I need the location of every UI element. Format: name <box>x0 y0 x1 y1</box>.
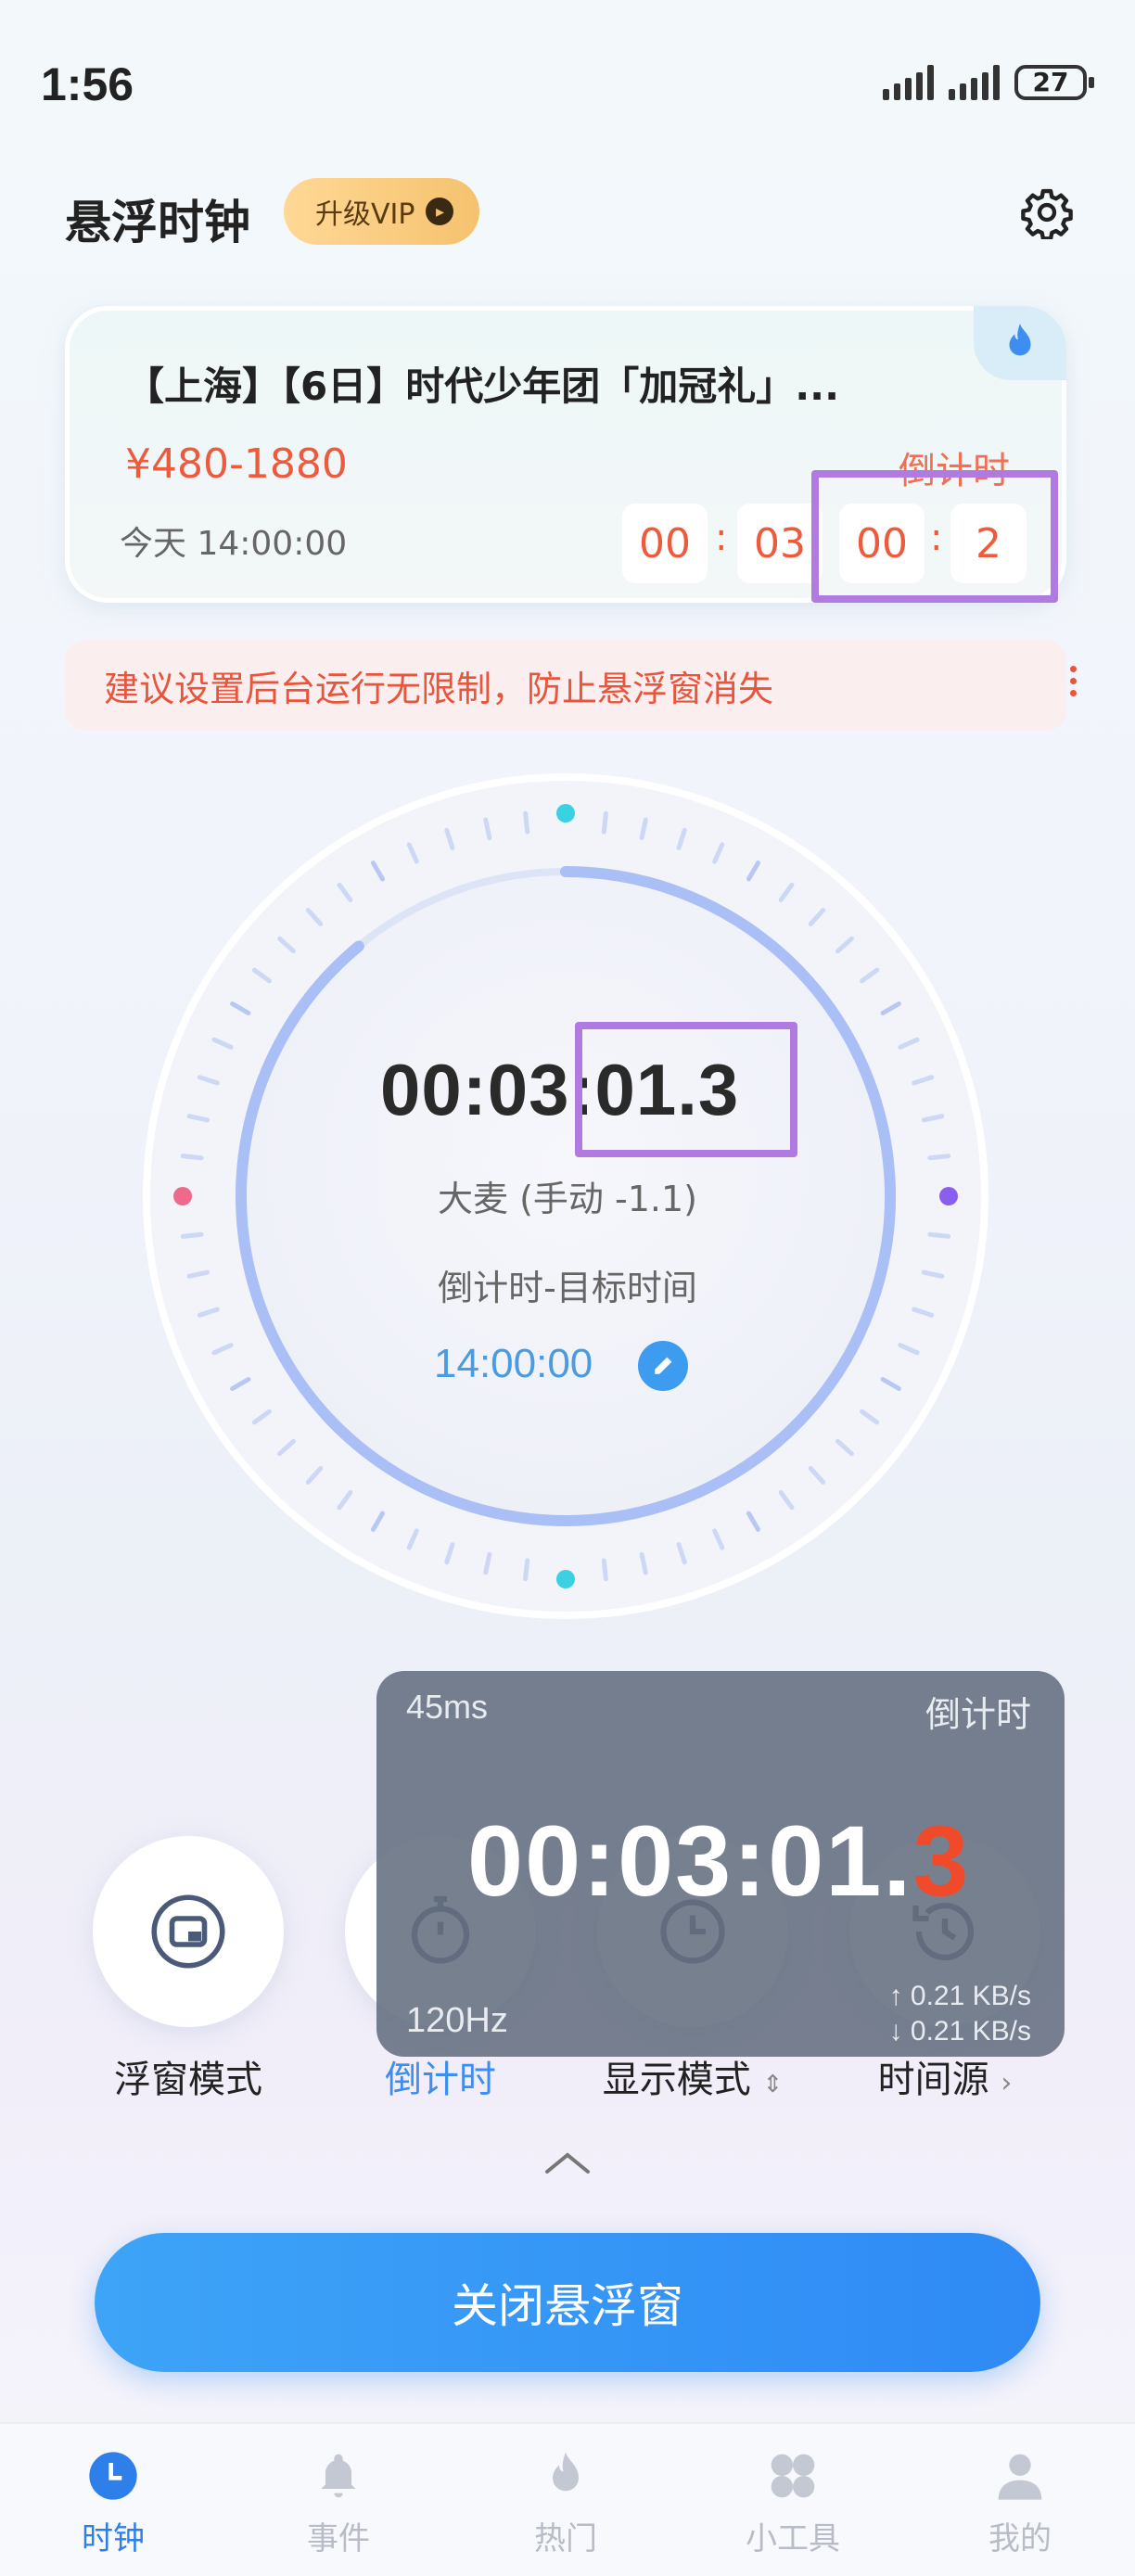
clock-icon <box>89 2452 137 2500</box>
gear-icon[interactable] <box>1020 185 1074 239</box>
latency-text: 45ms <box>406 1688 489 1726</box>
chevron-right-icon: › <box>1001 2067 1013 2099</box>
user-icon <box>998 2454 1042 2500</box>
chevron-updown-icon: ⇕ <box>762 2071 784 2098</box>
time-source-label: 时间源 › <box>877 2059 1013 2101</box>
countdown-mode-label: 倒计时 <box>385 2059 496 2101</box>
dial-tick <box>927 1231 951 1239</box>
highlight-box <box>811 470 1058 603</box>
event-title: 【上海】【6日】时代少年团「加冠礼」... <box>125 363 840 409</box>
float-mode-button[interactable] <box>93 1836 284 2027</box>
countdown-minutes: 03 <box>737 504 823 583</box>
flame-icon <box>1009 323 1031 356</box>
upload-speed: ↑ 0.21 KB/s <box>888 1981 1031 2011</box>
colon: : <box>715 516 728 559</box>
download-speed: ↓ 0.21 KB/s <box>888 2016 1031 2047</box>
bell-icon <box>321 2454 356 2498</box>
warning-banner[interactable]: 建议设置后台运行无限制，防止悬浮窗消失 <box>65 640 1066 731</box>
refresh-rate: 120Hz <box>406 2001 508 2040</box>
dial-tick <box>180 1154 204 1161</box>
time-source-text: 大麦 (手动 -1.1) <box>438 1179 697 1219</box>
mode-label: 倒计时-目标时间 <box>438 1268 697 1308</box>
dial-tick <box>523 1558 530 1582</box>
dial-tick <box>180 1231 204 1239</box>
float-mode-label: 浮窗模式 <box>114 2059 262 2101</box>
tab-hot[interactable]: 热门 <box>491 2448 640 2558</box>
flame-icon <box>553 2452 579 2492</box>
marker-bottom <box>556 1570 575 1588</box>
tab-label: 小工具 <box>746 2520 840 2557</box>
more-icon[interactable] <box>1070 666 1079 702</box>
event-date: 今天 14:00:00 <box>120 525 348 563</box>
highlight-box <box>575 1022 797 1157</box>
upgrade-vip-button[interactable]: 升级VIP ▸ <box>284 178 480 245</box>
status-time: 1:56 <box>41 58 134 110</box>
tab-tools[interactable]: 小工具 <box>719 2448 867 2558</box>
edit-target-button[interactable] <box>638 1341 688 1391</box>
vip-label: 升级VIP <box>315 198 415 231</box>
signal-icon <box>883 65 934 100</box>
tab-label: 时钟 <box>82 2520 145 2557</box>
pencil-icon <box>655 1357 672 1374</box>
warning-text: 建议设置后台运行无限制，防止悬浮窗消失 <box>104 668 774 709</box>
tab-label: 我的 <box>988 2520 1052 2557</box>
tab-events[interactable]: 事件 <box>264 2448 413 2558</box>
dial-tick <box>523 810 530 835</box>
close-float-window-button[interactable]: 关闭悬浮窗 <box>95 2233 1040 2372</box>
status-icons: 27 <box>883 65 1094 100</box>
tools-icon <box>771 2454 815 2498</box>
tab-label: 事件 <box>307 2520 370 2557</box>
countdown-hours: 00 <box>622 504 708 583</box>
hot-tag <box>974 306 1066 380</box>
tab-clock[interactable]: 时钟 <box>39 2448 187 2558</box>
display-mode-label: 显示模式 ⇕ <box>602 2059 784 2101</box>
marker-top <box>556 804 575 823</box>
page-title: 悬浮时钟 <box>65 196 250 249</box>
signal-icon-2 <box>949 65 1000 100</box>
float-window-icon <box>151 1894 225 1969</box>
tab-me[interactable]: 我的 <box>946 2448 1094 2558</box>
battery-icon: 27 <box>1014 65 1094 100</box>
overlay-mode-label: 倒计时 <box>925 1694 1031 1735</box>
chevron-right-icon: ▸ <box>426 198 454 225</box>
network-speed: ↑ 0.21 KB/s ↓ 0.21 KB/s <box>889 1979 1031 2049</box>
tab-label: 热门 <box>534 2520 597 2557</box>
dial-tick <box>927 1154 951 1161</box>
chevron-up-icon[interactable] <box>542 2149 593 2177</box>
dial-tick <box>601 1558 608 1582</box>
overlay-time: 00:03:01.3 <box>467 1804 971 1917</box>
event-price: ¥480-1880 <box>125 440 348 488</box>
target-time[interactable]: 14:00:00 <box>434 1341 593 1387</box>
dial-tick <box>601 810 608 835</box>
